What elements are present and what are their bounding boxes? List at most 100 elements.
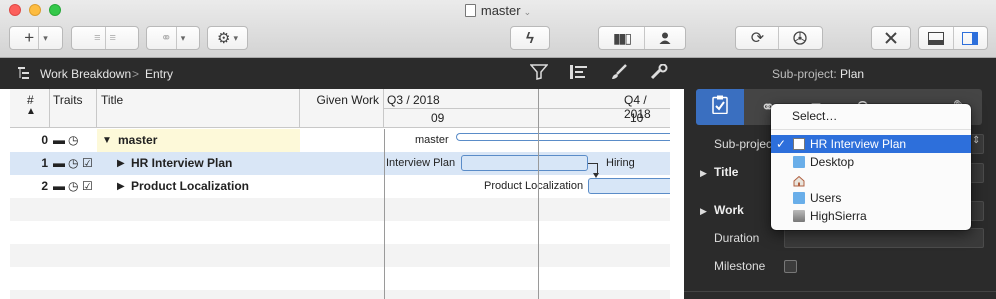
gantt-label: master [415, 134, 449, 146]
views-button-group[interactable]: ▮▮▯ [598, 26, 686, 50]
outline-icon [18, 66, 34, 84]
clock-trait-icon: ◷ [68, 156, 79, 170]
gantt-label: Interview Plan [386, 157, 456, 169]
clock-trait-icon: ◷ [68, 179, 79, 193]
gantt-label: Product Localization [484, 180, 584, 192]
link-button[interactable]: ⚭ ▾ [146, 26, 200, 50]
popup-arrows-icon: ⇕ [972, 135, 981, 146]
subproject-label: Sub-project [714, 137, 776, 151]
gantt-label-next: Hiring Manag [606, 157, 640, 192]
document-icon [464, 4, 476, 17]
gear-menu-chevron-icon: ▾ [233, 32, 238, 43]
sort-ascending-icon: ▲ [26, 106, 36, 117]
checkmark-icon: ✓ [776, 137, 787, 151]
menu-item-home[interactable] [771, 171, 971, 189]
row-title[interactable]: Product Localization [131, 175, 249, 198]
empty-row [10, 198, 670, 221]
column-header-given-work[interactable]: Given Work [300, 89, 384, 128]
gear-icon: ⚙ [217, 30, 231, 47]
row-title[interactable]: master [118, 129, 157, 152]
clock-trait-icon: ◷ [68, 133, 79, 147]
folder-trait-icon: ▬ [53, 133, 65, 147]
outline-header: # ▲ Traits Title Given Work Q3 / 2018 Q4… [10, 89, 670, 128]
bottom-pane-icon[interactable] [919, 27, 953, 49]
home-icon [793, 174, 805, 187]
empty-row [10, 290, 670, 299]
title-disclosure-icon[interactable]: ▶ [700, 168, 707, 179]
column-header-number[interactable]: # ▲ [10, 89, 50, 128]
filter-icon[interactable] [529, 64, 549, 84]
menu-item-highsierra[interactable]: HighSierra [771, 207, 971, 225]
inspector-title: Sub-project: Plan [772, 67, 865, 81]
work-disclosure-icon[interactable]: ▶ [700, 206, 707, 217]
wrench-icon[interactable] [650, 63, 668, 84]
add-menu-chevron-icon[interactable]: ▾ [43, 33, 48, 44]
inspector-pane-icon[interactable] [953, 27, 987, 49]
quarter-q3-label: Q3 / 2018 [387, 93, 440, 107]
library-icon[interactable]: ▮▮▯ [613, 30, 632, 47]
folder-trait-icon: ▬ [53, 179, 65, 193]
disclosure-collapsed-icon[interactable]: ▶ [117, 175, 125, 198]
hard-disk-icon [793, 210, 805, 222]
document-icon [793, 138, 805, 150]
menu-item-select[interactable]: Select… [771, 107, 971, 125]
column-header-title[interactable]: Title [97, 89, 300, 128]
window-titlebar: master ⌄ + ▾ ≡ ≡ ⚭ ▾ ⚙ ▾ ϟ ▮▮▯ ⟳ [0, 0, 996, 58]
menu-item-hr-interview-plan[interactable]: ✓ HR Interview Plan [771, 135, 971, 153]
column-header-traits[interactable]: Traits [50, 89, 97, 128]
empty-row [10, 267, 670, 290]
action-gear-button[interactable]: ⚙ ▾ [207, 26, 248, 50]
layout-toggle-group[interactable] [918, 26, 988, 50]
duration-field[interactable] [784, 228, 984, 248]
title-section-label[interactable]: Title [714, 165, 738, 179]
sync-button-group[interactable]: ⟳ [735, 26, 823, 50]
breadcrumb-separator: > [132, 67, 140, 81]
plus-icon: + [24, 28, 35, 47]
folder-icon [793, 156, 805, 168]
tools-icon [884, 31, 898, 45]
outline-row-product-localization[interactable]: 2 ▬ ◷ ☑ ▶ Product Localization Product L… [10, 173, 670, 198]
add-button[interactable]: + ▾ [9, 26, 63, 50]
lightning-icon: ϟ [526, 29, 534, 47]
row-title[interactable]: HR Interview Plan [131, 152, 232, 175]
milestone-label: Milestone [714, 259, 766, 273]
indent-outdent-buttons[interactable]: ≡ ≡ [71, 26, 139, 50]
breadcrumb-work-breakdown[interactable]: Work Breakdown [40, 67, 131, 81]
gantt-timeline-header: Q3 / 2018 Q4 / 2018 09 10 [384, 89, 670, 128]
gantt-summary-bar[interactable] [456, 133, 670, 141]
outline-row-master[interactable]: 0 ▬ ◷ ▼ master master [10, 129, 670, 152]
columns-icon[interactable] [570, 64, 588, 84]
empty-row [10, 244, 670, 267]
person-icon[interactable] [659, 32, 671, 44]
gantt-task-bar[interactable] [588, 178, 670, 194]
gantt-task-bar[interactable] [461, 155, 588, 171]
style-brush-icon[interactable] [610, 64, 628, 84]
outdent-icon[interactable]: ≡ [94, 32, 100, 44]
tools-button[interactable] [871, 26, 911, 50]
month-10-label: 10 [630, 111, 644, 125]
task-inspector-tab[interactable] [696, 89, 744, 125]
level-resources-button[interactable]: ϟ [510, 26, 550, 50]
window-title: master [480, 3, 521, 18]
menu-item-desktop[interactable]: Desktop [771, 153, 971, 171]
link-menu-chevron-icon[interactable]: ▾ [181, 33, 186, 44]
indent-icon[interactable]: ≡ [110, 32, 116, 44]
network-icon[interactable] [793, 31, 807, 45]
folder-icon [793, 192, 805, 204]
work-section-label[interactable]: Work [714, 203, 744, 217]
work-breakdown-pane: Work Breakdown > Entry # ▲ Traits Title … [0, 59, 684, 299]
folder-trait-icon: ▬ [53, 156, 65, 170]
disclosure-collapsed-icon[interactable]: ▶ [117, 152, 125, 175]
disclosure-expanded-icon[interactable]: ▼ [102, 129, 112, 152]
duration-label: Duration [714, 231, 760, 245]
milestone-checkbox[interactable] [784, 260, 797, 273]
menu-item-users[interactable]: Users [771, 189, 971, 207]
refresh-icon[interactable]: ⟳ [751, 28, 764, 48]
window-title-container[interactable]: master ⌄ [0, 3, 996, 18]
note-trait-icon: ☑ [82, 179, 93, 193]
outline-row-hr-interview-plan[interactable]: 1 ▬ ◷ ☑ ▶ HR Interview Plan Interview Pl… [10, 152, 670, 192]
link-icon: ⚭ [160, 30, 172, 45]
title-menu-chevron-icon: ⌄ [523, 7, 532, 17]
subproject-popup-menu: Select… ✓ HR Interview Plan Desktop User… [771, 104, 971, 230]
breadcrumb-entry[interactable]: Entry [145, 67, 173, 81]
